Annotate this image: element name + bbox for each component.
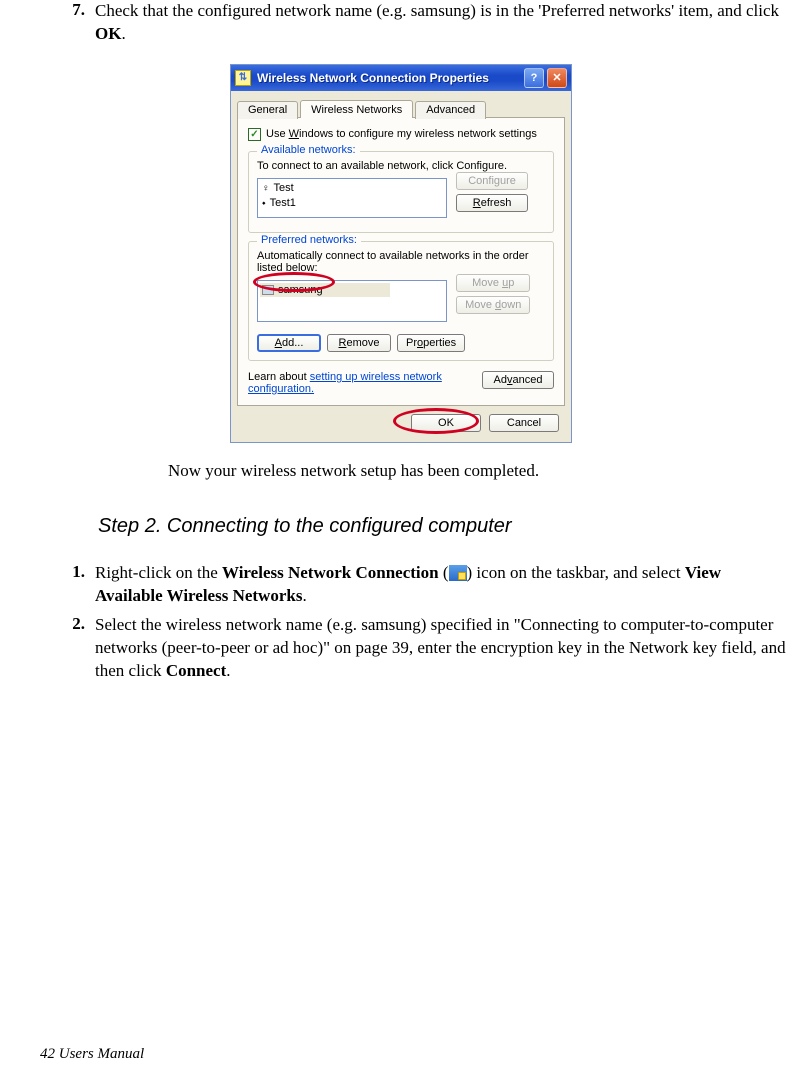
tab-general[interactable]: General — [237, 101, 298, 119]
list-item[interactable]: Test1 — [262, 196, 442, 211]
tab-advanced[interactable]: Advanced — [415, 101, 486, 119]
list-item[interactable]: Test — [262, 181, 442, 196]
text: . — [121, 24, 125, 43]
close-button[interactable]: ✕ — [547, 68, 567, 88]
bold: Connect — [166, 661, 226, 680]
group-legend: Available networks: — [257, 144, 360, 156]
highlight-circle-icon — [253, 272, 335, 292]
tab-wireless-networks[interactable]: Wireless Networks — [300, 100, 413, 118]
properties-button[interactable]: Properties — [397, 334, 465, 352]
move-down-button[interactable]: Move down — [456, 296, 530, 314]
step-text: Right-click on the Wireless Network Conn… — [95, 562, 786, 608]
step-number: 2. — [40, 614, 95, 683]
window-icon: ⇅ — [235, 70, 251, 86]
step-number: 1. — [40, 562, 95, 608]
substep-1: 1. Right-click on the Wireless Network C… — [40, 562, 786, 608]
preferred-networks-group: Preferred networks: Automatically connec… — [248, 241, 554, 361]
window-title: Wireless Network Connection Properties — [257, 71, 521, 85]
text: Check that the configured network name (… — [95, 1, 779, 20]
wireless-tray-icon — [449, 565, 467, 581]
page-footer: 42 Users Manual — [40, 1046, 144, 1063]
remove-button[interactable]: Remove — [327, 334, 391, 352]
adhoc-icon — [262, 196, 266, 211]
dialog-footer: OK Cancel — [231, 412, 571, 442]
group-legend: Preferred networks: — [257, 234, 361, 246]
tab-panel: ✓ Use Windows to configure my wireless n… — [237, 117, 565, 406]
available-networks-group: Available networks: To connect to an ava… — [248, 151, 554, 233]
bold: Wireless Network Connection — [222, 563, 439, 582]
advanced-button[interactable]: Advanced — [482, 371, 554, 389]
refresh-button[interactable]: Refresh — [456, 194, 528, 212]
completion-note: Now your wireless network setup has been… — [168, 461, 786, 481]
step-number: 7. — [40, 0, 95, 46]
help-button[interactable]: ? — [524, 68, 544, 88]
bold-ok: OK — [95, 24, 121, 43]
move-up-button[interactable]: Move up — [456, 274, 530, 292]
substep-2: 2. Select the wireless network name (e.g… — [40, 614, 786, 683]
step-2-heading: Step 2. Connecting to the configured com… — [98, 515, 786, 538]
group-hint: To connect to an available network, clic… — [257, 160, 545, 172]
learn-about-row: Learn about setting up wireless network … — [248, 371, 554, 395]
step-7: 7. Check that the configured network nam… — [40, 0, 786, 46]
use-windows-checkbox-row[interactable]: ✓ Use Windows to configure my wireless n… — [248, 128, 554, 141]
checkbox-label: Use Windows to configure my wireless net… — [266, 128, 537, 140]
group-hint: Automatically connect to available netwo… — [257, 250, 545, 274]
titlebar[interactable]: ⇅ Wireless Network Connection Properties… — [231, 65, 571, 91]
available-networks-list[interactable]: Test Test1 — [257, 178, 447, 218]
add-button[interactable]: Add... — [257, 334, 321, 352]
text: Learn about — [248, 371, 310, 383]
step-text: Select the wireless network name (e.g. s… — [95, 614, 786, 683]
ap-icon — [262, 181, 270, 196]
checkbox-icon[interactable]: ✓ — [248, 128, 261, 141]
configure-button[interactable]: Configure — [456, 172, 528, 190]
highlight-circle-icon — [393, 408, 479, 434]
tab-strip: General Wireless Networks Advanced — [237, 99, 571, 117]
wireless-properties-dialog: ⇅ Wireless Network Connection Properties… — [230, 64, 572, 443]
cancel-button[interactable]: Cancel — [489, 414, 559, 432]
step-text: Check that the configured network name (… — [95, 0, 786, 46]
